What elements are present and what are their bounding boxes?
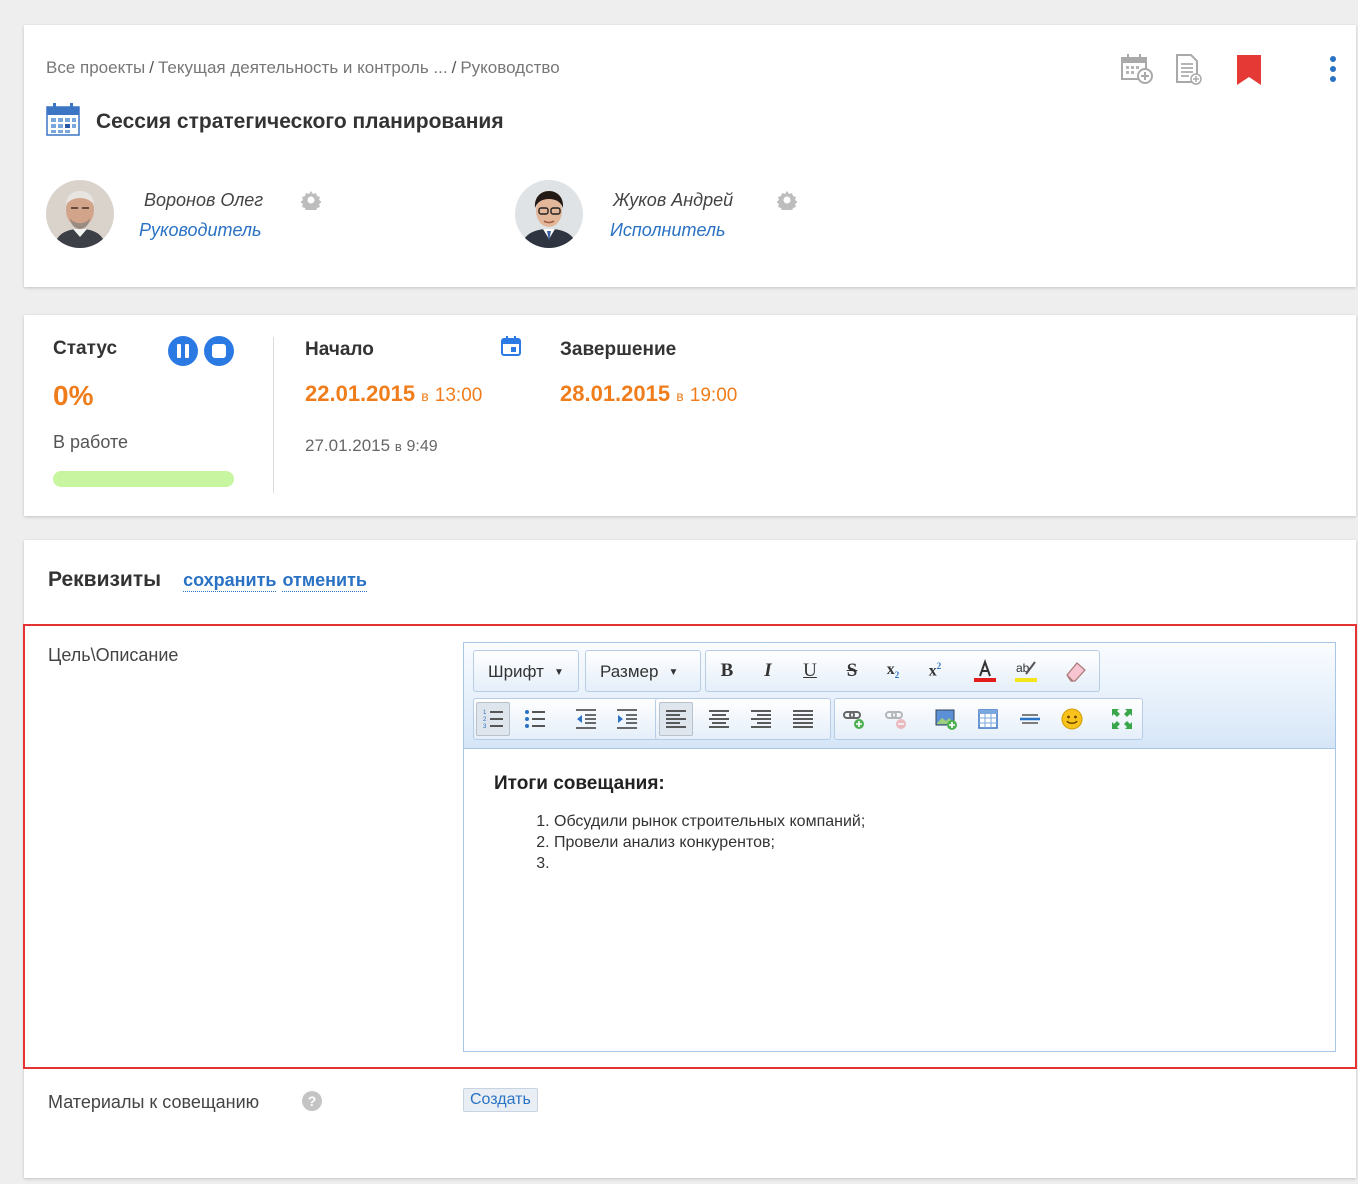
content-list: Обсудили рынок строительных компаний; Пр… [494, 811, 1315, 874]
svg-text:3: 3 [483, 724, 487, 730]
superscript-icon[interactable]: x2 [918, 654, 952, 688]
section-title: Реквизиты [48, 568, 162, 591]
insert-table-icon[interactable] [971, 702, 1005, 736]
person-name: Воронов Олег [144, 190, 264, 210]
status-card: Статус 0% В работе Начало 22.01.2015 в 1… [24, 315, 1356, 516]
more-menu-icon[interactable] [1327, 55, 1339, 90]
font-dropdown[interactable]: Шрифт ▼ [473, 650, 579, 692]
breadcrumb-current-activity[interactable]: Текущая деятельность и контроль ... [158, 58, 448, 77]
person-manager: Воронов Олег Руководитель [46, 180, 346, 250]
editor-content[interactable]: Итоги совещания: Обсудили рынок строител… [494, 773, 1315, 874]
person-role-link[interactable]: Исполнитель [610, 220, 726, 241]
breadcrumb-management[interactable]: Руководство [460, 58, 559, 77]
end-date[interactable]: 28.01.2015 в 19:00 [560, 381, 737, 407]
ordered-list-icon[interactable]: 123 [476, 702, 510, 736]
align-group [655, 698, 831, 740]
insert-group [834, 698, 1143, 740]
svg-text:?: ? [308, 1093, 317, 1109]
properties-card: Реквизиты сохранить отменить Цель\Описан… [23, 540, 1357, 1178]
breadcrumb: Все проекты / Текущая деятельность и контр… [46, 58, 560, 77]
person-executor: Жуков Андрей Исполнитель [515, 180, 815, 250]
align-justify-icon[interactable] [786, 702, 820, 736]
goal-description-label: Цель\Описание [48, 645, 179, 665]
eraser-icon[interactable] [1059, 654, 1093, 688]
content-heading: Итоги совещания: [494, 773, 665, 794]
strikethrough-icon[interactable]: S [835, 654, 869, 688]
status-label: Статус [53, 338, 118, 359]
gear-icon[interactable] [300, 190, 322, 215]
bookmark-icon[interactable] [1236, 54, 1262, 91]
svg-text:1: 1 [483, 710, 487, 716]
indent-icon[interactable] [610, 702, 644, 736]
align-left-icon[interactable] [659, 702, 693, 736]
add-document-icon[interactable] [1174, 53, 1202, 90]
list-item: Обсудили рынок строительных компаний; [554, 811, 1315, 832]
start-date[interactable]: 22.01.2015 в 13:00 [305, 381, 482, 407]
person-role-link[interactable]: Руководитель [139, 220, 262, 241]
list-item: Провели анализ конкурентов; [554, 832, 1315, 853]
progress-bar [53, 471, 234, 487]
bullet-list-icon[interactable] [518, 702, 552, 736]
list-indent-group: 123 [473, 698, 659, 740]
fullscreen-icon[interactable] [1105, 702, 1139, 736]
divider [273, 337, 274, 493]
status-state: В работе [53, 432, 129, 452]
breadcrumb-all-projects[interactable]: Все проекты [46, 58, 145, 77]
emoji-icon[interactable] [1055, 702, 1089, 736]
header-toolbar [1076, 53, 1356, 87]
text-color-icon[interactable] [968, 654, 1002, 688]
rich-text-editor: Шрифт ▼ Размер ▼ B I U S x2 x2 ab 1 2 3 … [463, 642, 1336, 1052]
editor-toolbar: Шрифт ▼ Размер ▼ B I U S x2 x2 ab 1 2 3 [464, 643, 1335, 749]
stop-icon[interactable] [203, 335, 235, 372]
highlight-color-icon[interactable]: ab [1009, 654, 1043, 688]
end-label: Завершение [560, 339, 677, 360]
properties-header: Реквизиты сохранить отменить [48, 568, 367, 592]
svg-text:2: 2 [483, 717, 487, 723]
align-right-icon[interactable] [744, 702, 778, 736]
add-to-calendar-icon[interactable] [1120, 53, 1154, 90]
page-title: Сессия стратегического планирования [96, 110, 504, 133]
task-header-card: Все проекты / Текущая деятельность и контр… [24, 25, 1356, 287]
save-link[interactable]: сохранить [183, 570, 277, 592]
bold-icon[interactable]: B [710, 654, 744, 688]
create-button[interactable]: Создать [463, 1088, 538, 1112]
format-group: B I U S x2 x2 ab [705, 650, 1100, 692]
start-label: Начало [305, 339, 374, 360]
actual-start-date: 27.01.2015 в 9:49 [305, 436, 438, 455]
list-item [554, 853, 1315, 874]
cancel-link[interactable]: отменить [282, 570, 367, 592]
align-center-icon[interactable] [702, 702, 736, 736]
materials-label: Материалы к совещанию [48, 1092, 260, 1112]
avatar[interactable] [515, 180, 583, 248]
remove-link-icon[interactable] [879, 702, 913, 736]
calendar-event-icon [46, 102, 80, 142]
outdent-icon[interactable] [569, 702, 603, 736]
calendar-icon[interactable] [500, 335, 522, 362]
size-dropdown[interactable]: Размер ▼ [585, 650, 701, 692]
italic-icon[interactable]: I [751, 654, 785, 688]
title-row: Сессия стратегического планирования [46, 102, 504, 142]
progress-percent: 0% [53, 380, 94, 411]
avatar[interactable] [46, 180, 114, 248]
insert-link-icon[interactable] [837, 702, 871, 736]
gear-icon[interactable] [776, 190, 798, 215]
underline-icon[interactable]: U [793, 654, 827, 688]
person-name: Жуков Андрей [613, 190, 734, 210]
insert-image-icon[interactable] [929, 702, 963, 736]
pause-icon[interactable] [167, 335, 199, 372]
help-icon[interactable]: ? [301, 1090, 323, 1117]
subscript-icon[interactable]: x2 [876, 654, 910, 688]
horizontal-rule-icon[interactable] [1013, 702, 1047, 736]
